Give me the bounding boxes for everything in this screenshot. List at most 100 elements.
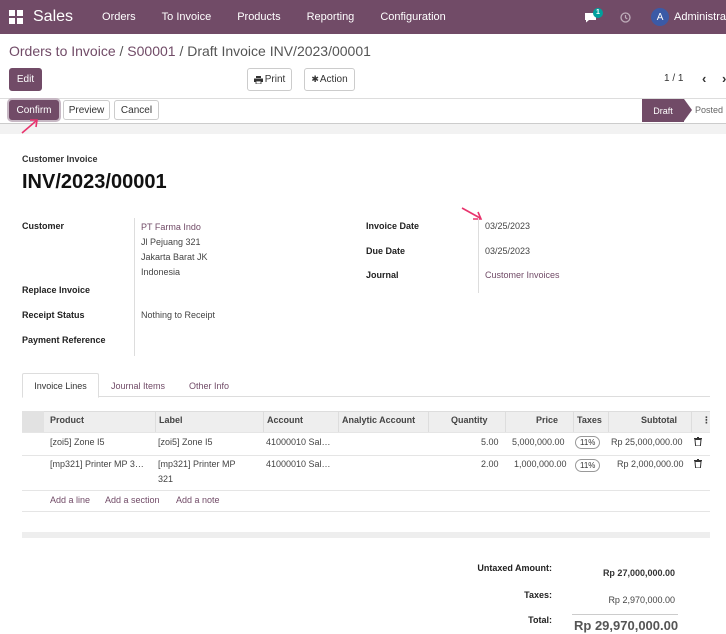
app-name[interactable]: Sales [33, 8, 73, 26]
line-subtotal: Rp 2,000,000.00 [617, 459, 684, 469]
cancel-button[interactable]: Cancel [114, 100, 159, 120]
breadcrumb-separator: / [179, 43, 184, 59]
add-note-link[interactable]: Add a note [176, 495, 220, 505]
taxes-label: Taxes: [524, 590, 552, 600]
tab-invoice-lines[interactable]: Invoice Lines [22, 373, 99, 398]
user-menu-name[interactable]: Administra [674, 11, 726, 23]
column-header-subtotal[interactable]: Subtotal [641, 415, 677, 425]
line-label-continued[interactable]: 321 [158, 473, 173, 486]
line-product[interactable]: [mp321] Printer MP 3… [50, 458, 144, 471]
column-separator [691, 411, 692, 432]
messaging-icon[interactable]: 1 [584, 8, 608, 25]
breadcrumb-sale-order[interactable]: S00001 [127, 43, 175, 59]
preview-button[interactable]: Preview [63, 100, 110, 120]
line-quantity[interactable]: 5.00 [481, 436, 499, 449]
column-separator [573, 411, 574, 432]
total-divider [572, 614, 678, 615]
pager-next-icon[interactable]: › [722, 71, 726, 86]
journal-link[interactable]: Customer Invoices [485, 270, 560, 280]
menu-configuration[interactable]: Configuration [367, 11, 458, 23]
column-header-price[interactable]: Price [536, 415, 558, 425]
due-date-label: Due Date [366, 246, 406, 256]
row-divider [22, 455, 710, 456]
receipt-status-value: Nothing to Receipt [141, 310, 216, 320]
activity-clock-icon[interactable] [620, 11, 631, 23]
column-header-product[interactable]: Product [50, 415, 84, 425]
line-quantity[interactable]: 2.00 [481, 458, 499, 471]
column-separator [608, 411, 609, 432]
customer-address-line: Jakarta Barat JK [141, 252, 208, 262]
line-product[interactable]: [zoi5] Zone I5 [50, 436, 105, 449]
due-date-value[interactable]: 03/25/2023 [485, 246, 530, 256]
column-header-account[interactable]: Account [267, 415, 303, 425]
apps-menu-icon[interactable] [9, 10, 23, 24]
line-account[interactable]: 41000010 Sal… [266, 436, 331, 449]
column-separator [338, 411, 339, 432]
delete-line-icon[interactable] [694, 437, 702, 446]
menu-products[interactable]: Products [224, 11, 293, 23]
line-price[interactable]: 1,000,000.00 [514, 458, 567, 471]
column-header-taxes[interactable]: Taxes [577, 415, 602, 425]
line-label[interactable]: [zoi5] Zone I5 [158, 436, 213, 449]
line-tax-tag[interactable]: 11% [575, 436, 601, 449]
total-value: Rp 29,970,000.00 [574, 618, 679, 633]
column-separator [505, 411, 506, 432]
column-separator [428, 411, 429, 432]
stage-posted[interactable]: Posted [695, 105, 723, 115]
field-divider [478, 218, 479, 293]
invoice-date-label: Invoice Date [366, 221, 420, 231]
delete-line-icon[interactable] [694, 459, 702, 468]
line-account[interactable]: 41000010 Sal… [266, 458, 331, 471]
menu-to-invoice[interactable]: To Invoice [149, 11, 225, 23]
optional-columns-icon[interactable]: ⋮ [702, 415, 711, 426]
total-label: Total: [528, 615, 552, 625]
add-section-link[interactable]: Add a section [105, 495, 160, 505]
menu-reporting[interactable]: Reporting [294, 11, 368, 23]
column-header-quantity[interactable]: Quantity [451, 415, 488, 425]
pager-value[interactable]: 1 / 1 [664, 73, 683, 84]
sheet-background [0, 124, 726, 134]
invoice-number: INV/2023/00001 [22, 171, 167, 193]
add-line-link[interactable]: Add a line [50, 495, 90, 505]
handle-column [22, 411, 44, 432]
print-button[interactable]: Print [247, 68, 292, 91]
table-footer [22, 532, 710, 538]
invoice-type-label: Customer Invoice [22, 154, 98, 164]
receipt-status-label: Receipt Status [22, 310, 85, 320]
column-separator [263, 411, 264, 432]
breadcrumb: Orders to Invoice / S00001 / Draft Invoi… [9, 43, 371, 59]
print-label: Print [264, 74, 286, 85]
action-button[interactable]: ✱ Action [304, 68, 355, 91]
breadcrumb-orders-to-invoice[interactable]: Orders to Invoice [9, 43, 116, 59]
breadcrumb-separator: / [119, 43, 124, 59]
gear-icon: ✱ [311, 74, 319, 84]
untaxed-amount-value: Rp 27,000,000.00 [602, 568, 675, 578]
annotation-arrow-icon [461, 207, 483, 220]
journal-label: Journal [366, 270, 399, 280]
edit-button[interactable]: Edit [9, 68, 42, 91]
line-subtotal: Rp 25,000,000.00 [611, 437, 683, 447]
field-divider [134, 218, 135, 356]
annotation-arrow-icon [21, 119, 38, 134]
taxes-value: Rp 2,970,000.00 [608, 595, 675, 605]
breadcrumb-current: Draft Invoice INV/2023/00001 [187, 43, 371, 59]
tab-other-info[interactable]: Other Info [178, 373, 240, 398]
line-tax-tag[interactable]: 11% [575, 459, 601, 472]
menu-orders[interactable]: Orders [89, 11, 149, 23]
column-header-label[interactable]: Label [159, 415, 183, 425]
stage-draft: Draft [642, 99, 692, 122]
line-price[interactable]: 5,000,000.00 [512, 436, 565, 449]
pager-previous-icon[interactable]: ‹ [702, 71, 706, 86]
replace-invoice-label: Replace Invoice [22, 285, 91, 295]
printer-icon [253, 75, 263, 84]
top-navbar: Sales Orders To Invoice Products Reporti… [0, 0, 726, 34]
messaging-badge: 1 [593, 8, 603, 18]
column-header-analytic-account[interactable]: Analytic Account [342, 415, 415, 425]
row-divider [22, 511, 710, 512]
customer-name-link[interactable]: PT Farma Indo [141, 222, 201, 232]
line-label[interactable]: [mp321] Printer MP [158, 458, 236, 471]
payment-reference-label: Payment Reference [22, 335, 106, 345]
invoice-date-value[interactable]: 03/25/2023 [485, 221, 530, 231]
user-avatar[interactable]: A [651, 8, 670, 26]
tab-journal-items[interactable]: Journal Items [102, 373, 174, 398]
